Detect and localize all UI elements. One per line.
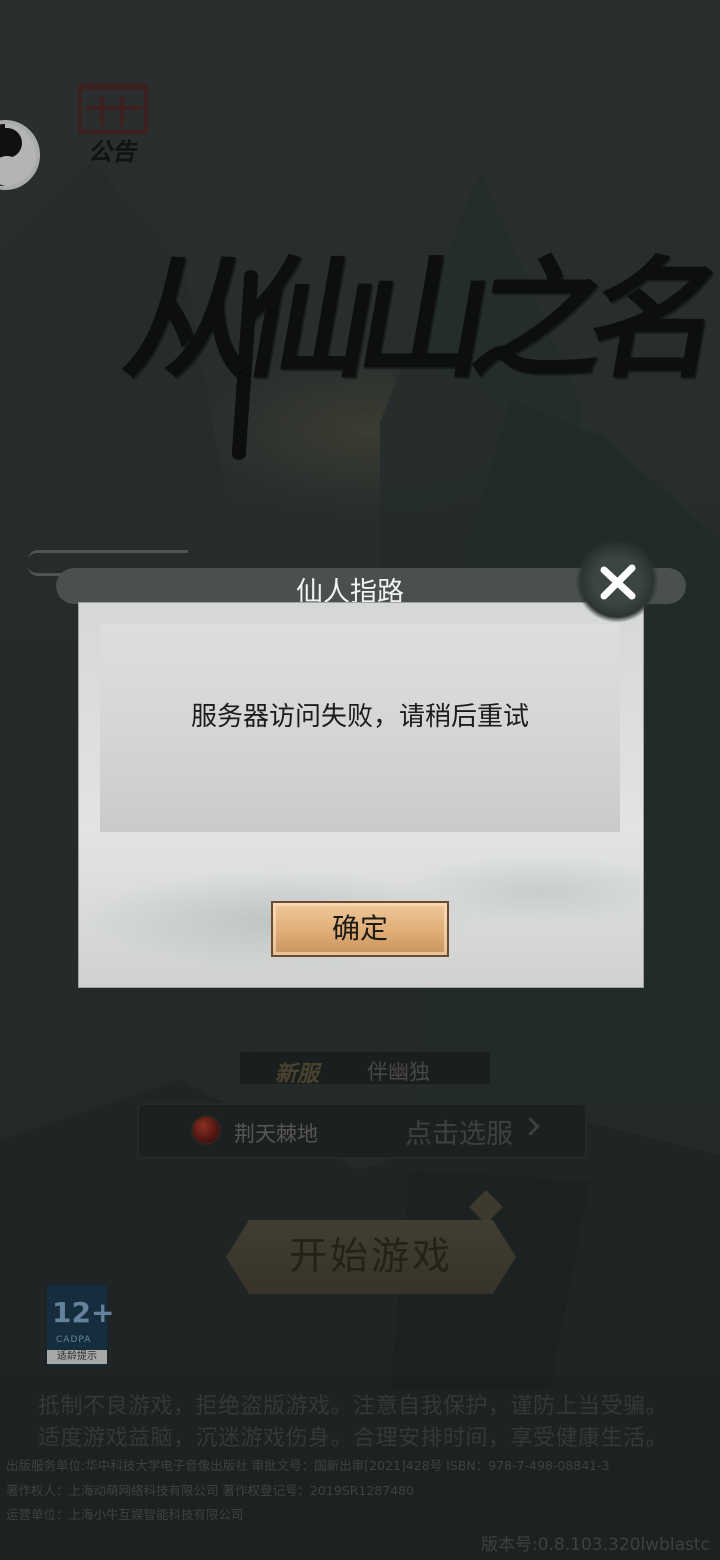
close-button[interactable] xyxy=(572,536,664,628)
close-icon xyxy=(600,564,636,600)
confirm-button[interactable]: 确定 xyxy=(271,901,449,957)
confirm-label: 确定 xyxy=(331,913,388,944)
dialog-message: 服务器访问失败，请稍后重试 xyxy=(190,702,529,732)
